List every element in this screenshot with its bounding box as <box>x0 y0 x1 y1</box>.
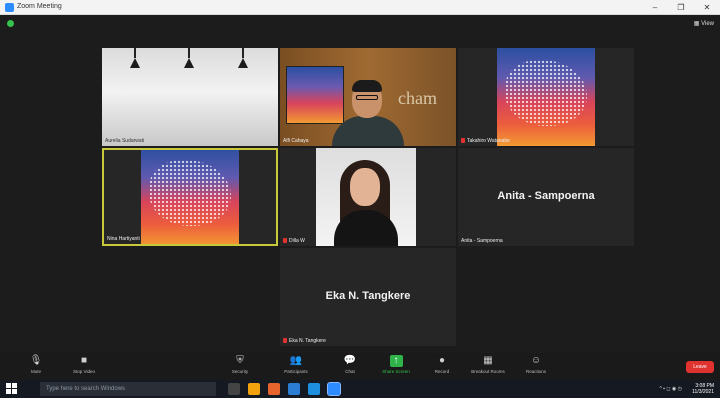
zoom-taskbar-icon[interactable] <box>327 382 341 396</box>
record-label: Record <box>434 369 450 374</box>
mic-muted-icon <box>283 338 287 344</box>
security-button[interactable]: ⛨ Security <box>218 355 262 374</box>
reactions-button[interactable]: ☺ Reactions <box>514 355 558 374</box>
video-tile-dilla[interactable]: Dilla W <box>280 148 456 246</box>
stop-video-button[interactable]: ■ Stop Video <box>62 355 106 374</box>
taskbar-search-input[interactable]: Type here to search Windows <box>40 382 216 396</box>
edge-browser-icon[interactable] <box>308 383 320 395</box>
ceiling-lamp <box>184 48 194 70</box>
record-icon: ● <box>438 355 446 366</box>
participant-name: Eka N. Tangkere <box>283 338 326 344</box>
map-poster <box>286 66 344 124</box>
task-view-icon[interactable] <box>228 383 240 395</box>
taskbar-clock[interactable]: 3:08 PM 11/3/2021 <box>692 383 714 395</box>
file-explorer-icon[interactable] <box>248 383 260 395</box>
chat-button[interactable]: 💬 Chat <box>328 355 372 374</box>
share-screen-button[interactable]: ↑ Share Screen <box>374 355 418 374</box>
close-button[interactable]: ✕ <box>694 0 720 15</box>
record-button[interactable]: ● Record <box>420 355 464 374</box>
meeting-toolbar: 🎙 Mute ■ Stop Video ⛨ Security 👥 Partici… <box>0 353 720 380</box>
share-screen-label: Share Screen <box>382 369 410 374</box>
participant-name: Dilla W <box>283 238 305 244</box>
video-tile-aurelia[interactable]: Aurelia Sudarwati <box>102 48 278 146</box>
video-tile-takahiro[interactable]: Takahiro Watanabe <box>458 48 634 146</box>
map-image <box>497 48 595 146</box>
office-app-icon[interactable] <box>268 383 280 395</box>
participant-display-name: Eka N. Tangkere <box>325 290 411 302</box>
chat-label: Chat <box>345 369 355 374</box>
participant-name: Anita - Sampoerna <box>461 238 503 244</box>
breakout-rooms-icon: ▦ <box>483 355 493 366</box>
participants-icon: 👥 <box>289 355 303 366</box>
video-tile-alfi[interactable]: cham Alfi Cahaya <box>280 48 456 146</box>
participant-name: Nina Hartiyanti <box>107 236 140 242</box>
ceiling-lamp <box>130 48 140 70</box>
leave-meeting-button[interactable]: Leave <box>686 361 714 373</box>
ceiling-lamp <box>238 48 248 70</box>
map-image <box>141 150 239 244</box>
encryption-shield-icon[interactable] <box>7 20 14 27</box>
microphone-icon: 🎙 <box>29 355 43 366</box>
participants-button[interactable]: 👥 Participants <box>274 355 318 374</box>
video-camera-icon: ■ <box>80 355 88 366</box>
minimize-button[interactable]: – <box>642 0 668 15</box>
video-tile-anita[interactable]: Anita - Sampoerna Anita - Sampoerna <box>458 148 634 246</box>
security-label: Security <box>231 369 249 374</box>
video-tile-nina-active-speaker[interactable]: Nina Hartiyanti <box>102 148 278 246</box>
breakout-rooms-label: Breakout Rooms <box>471 369 505 374</box>
participants-label: Participants <box>284 369 308 374</box>
chat-icon: 💬 <box>343 355 357 366</box>
office-sign: cham <box>398 88 437 108</box>
participant-name: Aurelia Sudarwati <box>105 138 145 144</box>
view-label: View <box>701 21 714 27</box>
zoom-app-icon <box>5 3 14 12</box>
stop-video-label: Stop Video <box>73 369 95 374</box>
mic-muted-icon <box>283 238 287 244</box>
participant-name: Alfi Cahaya <box>283 138 309 144</box>
reactions-label: Reactions <box>525 369 546 374</box>
meeting-area: ▦ View Aurelia Sudarwati cham Alfi Cahay… <box>0 15 720 353</box>
reactions-icon: ☺ <box>530 355 542 366</box>
video-tile-eka[interactable]: Eka N. Tangkere Eka N. Tangkere <box>280 248 456 346</box>
mute-button[interactable]: 🎙 Mute <box>14 355 58 374</box>
view-button[interactable]: ▦ View <box>694 20 714 27</box>
breakout-rooms-button[interactable]: ▦ Breakout Rooms <box>466 355 510 374</box>
mic-muted-icon <box>461 138 465 144</box>
participant-display-name: Anita - Sampoerna <box>497 190 595 202</box>
window-titlebar: Zoom Meeting – ❐ ✕ <box>0 0 720 15</box>
outlook-icon[interactable] <box>288 383 300 395</box>
maximize-button[interactable]: ❐ <box>668 0 694 15</box>
windows-start-icon[interactable] <box>6 383 18 395</box>
window-title: Zoom Meeting <box>17 3 62 10</box>
mute-label: Mute <box>30 369 41 374</box>
system-tray-icons[interactable]: ^ ▪ ◻ ◉ ◷ <box>659 386 682 392</box>
shield-icon: ⛨ <box>236 355 244 366</box>
clock-date: 11/3/2021 <box>692 389 714 395</box>
windows-taskbar: Type here to search Windows ^ ▪ ◻ ◉ ◷ 3:… <box>0 380 720 398</box>
participant-name: Takahiro Watanabe <box>461 138 510 144</box>
share-screen-icon: ↑ <box>389 355 403 367</box>
